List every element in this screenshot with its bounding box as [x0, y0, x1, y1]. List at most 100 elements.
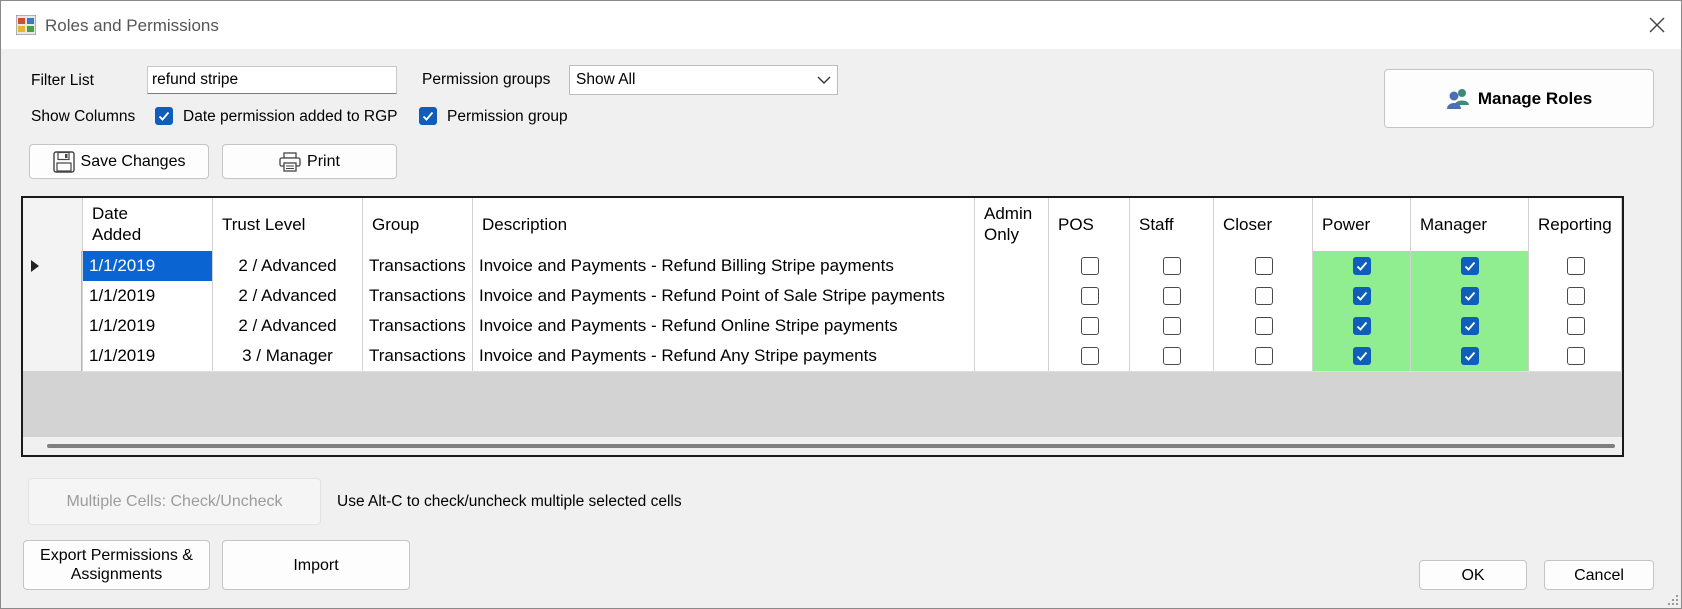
cell-pos[interactable] [1049, 251, 1130, 281]
table-row[interactable]: 1/1/2019 2 / Advanced Transactions Invoice … [82, 281, 1622, 312]
cell-staff[interactable] [1130, 311, 1214, 341]
cell-admin-only[interactable] [975, 251, 1049, 281]
closer-checkbox[interactable] [1255, 347, 1273, 365]
closer-checkbox[interactable] [1255, 257, 1273, 275]
staff-checkbox[interactable] [1163, 257, 1181, 275]
manager-checkbox[interactable] [1461, 287, 1479, 305]
power-checkbox[interactable] [1353, 317, 1371, 335]
table-row[interactable]: 1/1/2019 2 / Advanced Transactions Invoice … [82, 311, 1622, 342]
manager-checkbox[interactable] [1461, 317, 1479, 335]
column-header-date-added[interactable]: Date Added [83, 198, 213, 251]
scrollbar-thumb[interactable] [47, 444, 1615, 448]
reporting-checkbox[interactable] [1567, 287, 1585, 305]
reporting-checkbox[interactable] [1567, 347, 1585, 365]
pos-checkbox[interactable] [1081, 257, 1099, 275]
permission-group-checkbox-label[interactable]: Permission group [447, 108, 568, 126]
row-header[interactable] [23, 251, 82, 281]
cell-trust[interactable]: 2 / Advanced [213, 281, 363, 311]
manager-checkbox[interactable] [1461, 257, 1479, 275]
cell-manager[interactable] [1411, 311, 1529, 341]
permission-groups-dropdown[interactable]: Show All [569, 65, 838, 95]
cell-power[interactable] [1313, 311, 1411, 341]
cell-pos[interactable] [1049, 341, 1130, 371]
pos-checkbox[interactable] [1081, 317, 1099, 335]
cell-description[interactable]: Invoice and Payments - Refund Point of S… [473, 281, 975, 311]
horizontal-scrollbar[interactable] [23, 437, 1622, 455]
closer-checkbox[interactable] [1255, 287, 1273, 305]
filter-input[interactable] [147, 66, 397, 94]
cell-date[interactable]: 1/1/2019 [83, 251, 213, 281]
permissions-grid[interactable]: Date Added Trust Level Group Description … [21, 196, 1624, 457]
cell-manager[interactable] [1411, 251, 1529, 281]
cell-admin-only[interactable] [975, 341, 1049, 371]
staff-checkbox[interactable] [1163, 287, 1181, 305]
cell-pos[interactable] [1049, 281, 1130, 311]
cancel-button[interactable]: Cancel [1544, 560, 1654, 590]
column-header-manager[interactable]: Manager [1411, 198, 1529, 251]
close-icon[interactable] [1641, 9, 1673, 41]
cell-manager[interactable] [1411, 341, 1529, 371]
permission-group-checkbox[interactable] [419, 107, 437, 125]
cell-closer[interactable] [1214, 311, 1313, 341]
power-checkbox[interactable] [1353, 347, 1371, 365]
cell-description[interactable]: Invoice and Payments - Refund Any Stripe… [473, 341, 975, 371]
cell-admin-only[interactable] [975, 281, 1049, 311]
staff-checkbox[interactable] [1163, 317, 1181, 335]
cell-power[interactable] [1313, 341, 1411, 371]
column-header-reporting[interactable]: Reporting [1529, 198, 1622, 251]
cell-trust[interactable]: 2 / Advanced [213, 311, 363, 341]
cell-date[interactable]: 1/1/2019 [83, 341, 213, 371]
cell-staff[interactable] [1130, 251, 1214, 281]
cell-power[interactable] [1313, 281, 1411, 311]
table-row[interactable]: 1/1/2019 3 / Manager Transactions Invoice a… [82, 341, 1622, 372]
row-header[interactable] [23, 281, 82, 311]
cell-reporting[interactable] [1529, 251, 1622, 281]
cell-reporting[interactable] [1529, 341, 1622, 371]
cell-trust[interactable]: 3 / Manager [213, 341, 363, 371]
cell-description[interactable]: Invoice and Payments - Refund Online Str… [473, 311, 975, 341]
pos-checkbox[interactable] [1081, 287, 1099, 305]
column-header-group[interactable]: Group [363, 198, 473, 251]
date-added-checkbox-label[interactable]: Date permission added to RGP [183, 108, 398, 126]
column-header-pos[interactable]: POS [1049, 198, 1130, 251]
staff-checkbox[interactable] [1163, 347, 1181, 365]
closer-checkbox[interactable] [1255, 317, 1273, 335]
cell-group[interactable]: Transactions [363, 281, 473, 311]
cell-description[interactable]: Invoice and Payments - Refund Billing St… [473, 251, 975, 281]
multiple-cells-button[interactable]: Multiple Cells: Check/Uncheck [28, 478, 321, 525]
print-button[interactable]: Print [222, 144, 397, 179]
save-changes-button[interactable]: Save Changes [29, 144, 209, 179]
cell-group[interactable]: Transactions [363, 251, 473, 281]
column-header-power[interactable]: Power [1313, 198, 1411, 251]
cell-group[interactable]: Transactions [363, 341, 473, 371]
cell-staff[interactable] [1130, 341, 1214, 371]
power-checkbox[interactable] [1353, 287, 1371, 305]
export-permissions-button[interactable]: Export Permissions & Assignments [23, 540, 210, 590]
column-header-staff[interactable]: Staff [1130, 198, 1214, 251]
date-added-checkbox[interactable] [155, 107, 173, 125]
manager-checkbox[interactable] [1461, 347, 1479, 365]
column-header-trust-level[interactable]: Trust Level [213, 198, 363, 251]
row-header[interactable] [23, 341, 82, 371]
column-header-admin-only[interactable]: Admin Only [975, 198, 1049, 251]
cell-staff[interactable] [1130, 281, 1214, 311]
cell-pos[interactable] [1049, 311, 1130, 341]
manage-roles-button[interactable]: Manage Roles [1384, 69, 1654, 128]
cell-admin-only[interactable] [975, 311, 1049, 341]
cell-closer[interactable] [1214, 341, 1313, 371]
resize-grip-icon[interactable] [1667, 594, 1679, 606]
cell-closer[interactable] [1214, 251, 1313, 281]
cell-manager[interactable] [1411, 281, 1529, 311]
ok-button[interactable]: OK [1419, 560, 1527, 590]
pos-checkbox[interactable] [1081, 347, 1099, 365]
cell-power[interactable] [1313, 251, 1411, 281]
reporting-checkbox[interactable] [1567, 317, 1585, 335]
cell-trust[interactable]: 2 / Advanced [213, 251, 363, 281]
cell-date[interactable]: 1/1/2019 [83, 281, 213, 311]
power-checkbox[interactable] [1353, 257, 1371, 275]
reporting-checkbox[interactable] [1567, 257, 1585, 275]
column-header-description[interactable]: Description [473, 198, 975, 251]
cell-reporting[interactable] [1529, 311, 1622, 341]
column-header-closer[interactable]: Closer [1214, 198, 1313, 251]
cell-closer[interactable] [1214, 281, 1313, 311]
